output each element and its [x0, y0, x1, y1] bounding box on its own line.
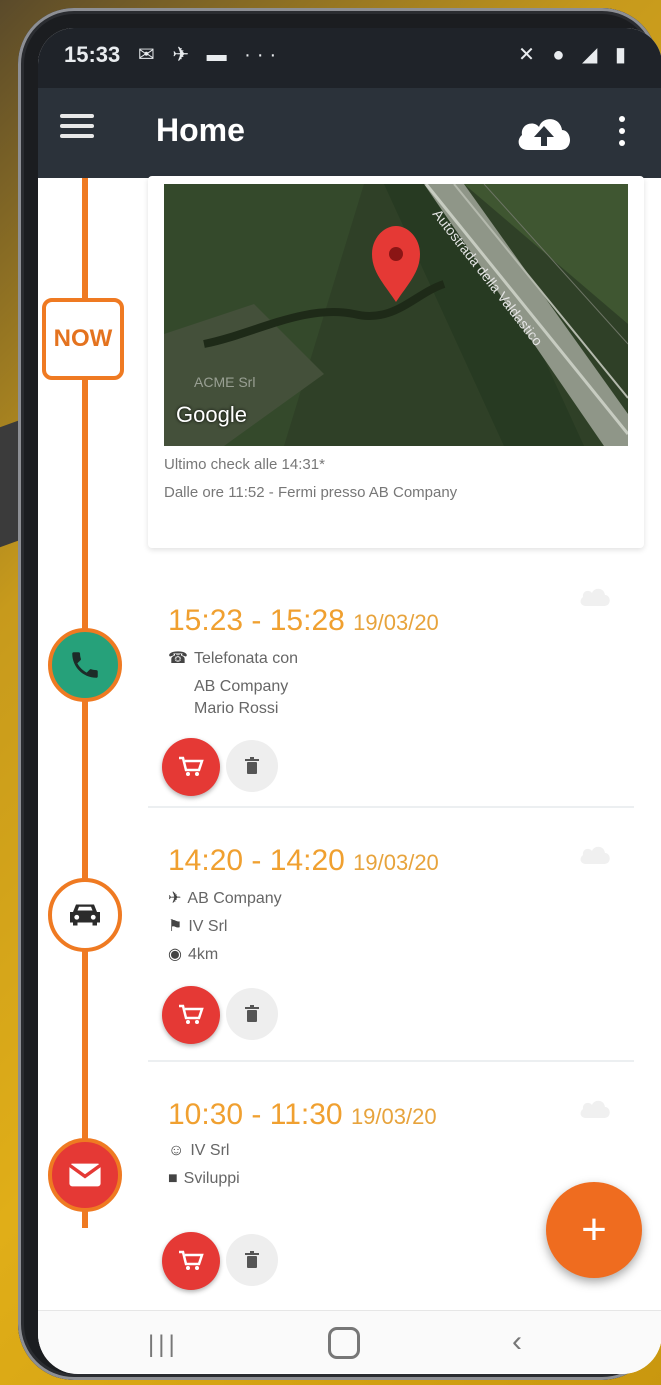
google-logo: Google: [176, 402, 247, 427]
trip-from-line: ✈ AB Company: [168, 888, 282, 908]
cloud-status-icon: [578, 584, 612, 613]
time-range: 15:23 - 15:28: [168, 604, 345, 637]
email-contact-line: ☺ IV Srl: [168, 1142, 229, 1160]
call-label-line: ☎ Telefonata con: [168, 648, 298, 668]
cart-button[interactable]: [162, 738, 220, 796]
location-card[interactable]: Autostrada della Valdastico ACME Srl Goo…: [148, 176, 644, 548]
event-card-email[interactable]: 10:30 - 11:30 19/03/20 ☺ IV Srl ■ Sviluppi: [148, 1068, 634, 1308]
time-range: 10:30 - 11:30: [168, 1098, 343, 1131]
briefcase-icon: ■: [168, 1170, 178, 1187]
now-badge: NOW: [42, 298, 124, 380]
delete-button[interactable]: [226, 1234, 278, 1286]
trip-distance-line: ◉ 4km: [168, 944, 218, 964]
system-nav-bar: ||| ‹: [38, 1310, 661, 1373]
event-date: 19/03/20: [353, 850, 439, 875]
more-vert-icon[interactable]: [616, 116, 628, 150]
event-card-call[interactable]: 15:23 - 15:28 19/03/20 ☎ Telefonata con A…: [148, 556, 634, 808]
time-range: 14:20 - 14:20: [168, 844, 345, 877]
map-overlay-text: ACME Srl: [194, 374, 256, 390]
trip-distance: 4km: [187, 946, 219, 963]
cart-button[interactable]: [162, 986, 220, 1044]
envelope-icon: [48, 1138, 122, 1212]
event-time: 15:23 - 15:28 19/03/20: [168, 604, 439, 638]
back-icon[interactable]: ‹: [512, 1325, 522, 1359]
phone-small-icon: ☎: [168, 650, 188, 667]
trip-to-line: ⚑ IV Srl: [168, 916, 227, 936]
call-company: AB Company: [194, 678, 289, 695]
phone-icon: [48, 628, 122, 702]
event-card-trip[interactable]: 14:20 - 14:20 19/03/20 ✈ AB Company ⚑ IV S…: [148, 814, 634, 1062]
email-contact: IV Srl: [190, 1142, 230, 1159]
event-time: 10:30 - 11:30 19/03/20: [168, 1098, 437, 1132]
call-person: Mario Rossi: [194, 700, 279, 717]
email-project-line: ■ Sviluppi: [168, 1170, 240, 1188]
notification-icons: ✉ ✈ ▬ ···: [138, 44, 283, 66]
cloud-status-icon: [578, 1096, 612, 1125]
app-bar: Home: [38, 88, 661, 178]
app-screen: 15:33 ✉ ✈ ▬ ··· ✕ ● ◢ ▮ Home NOW Autostr…: [38, 28, 661, 1374]
status-bar: 15:33 ✉ ✈ ▬ ··· ✕ ● ◢ ▮: [38, 28, 661, 88]
last-check-text: Ultimo check alle 14:31*: [164, 456, 325, 473]
cart-button[interactable]: [162, 1232, 220, 1290]
departure-icon: ✈: [168, 890, 182, 907]
event-date: 19/03/20: [350, 1104, 437, 1129]
delete-button[interactable]: [226, 740, 278, 792]
system-icons: ✕ ● ◢ ▮: [518, 44, 632, 66]
map-view[interactable]: Autostrada della Valdastico ACME Srl Goo…: [164, 184, 628, 446]
call-label: Telefonata con: [193, 650, 299, 667]
add-fab-button[interactable]: +: [546, 1182, 642, 1278]
cloud-status-icon: [578, 842, 612, 871]
event-date: 19/03/20: [353, 610, 439, 635]
recent-apps-icon[interactable]: |||: [148, 1331, 179, 1359]
event-time: 14:20 - 14:20 19/03/20: [168, 844, 439, 878]
since-text: Dalle ore 11:52 - Fermi presso AB Compan…: [164, 484, 458, 501]
delete-button[interactable]: [226, 988, 278, 1040]
cloud-upload-icon[interactable]: [514, 110, 574, 154]
status-time: 15:33: [64, 42, 121, 67]
trip-from: AB Company: [187, 890, 282, 907]
trip-to: IV Srl: [188, 918, 228, 935]
page-title: Home: [156, 112, 245, 148]
home-icon[interactable]: [328, 1327, 360, 1359]
email-project: Sviluppi: [183, 1170, 240, 1187]
contact-icon: ☺: [168, 1142, 185, 1159]
menu-icon[interactable]: [60, 114, 94, 144]
car-icon: [48, 878, 122, 952]
arrival-icon: ⚑: [168, 918, 183, 935]
odometer-icon: ◉: [168, 946, 182, 963]
